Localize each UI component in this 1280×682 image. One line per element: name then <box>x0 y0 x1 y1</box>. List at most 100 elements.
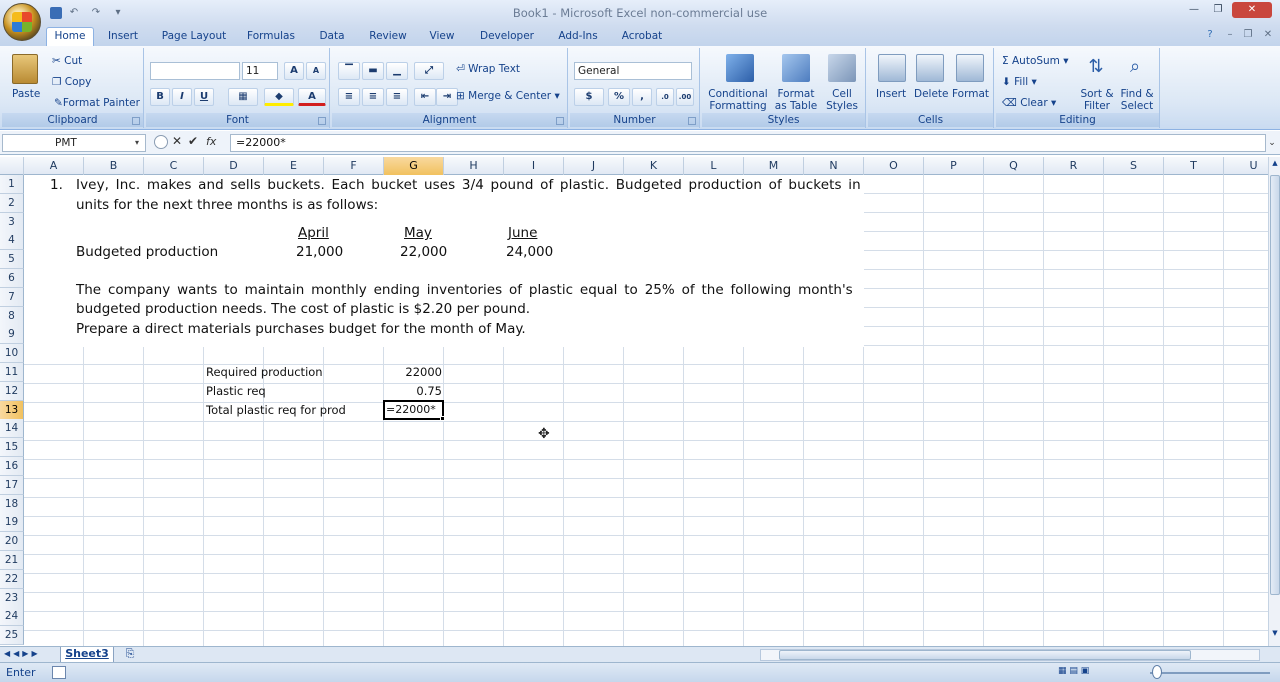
font-color-icon[interactable]: A <box>298 88 326 106</box>
bold-button[interactable]: B <box>150 88 170 106</box>
row-header-22[interactable]: 22 <box>0 569 24 589</box>
fill-button[interactable]: ⬇ Fill ▾ <box>1002 76 1037 88</box>
conditional-formatting-icon[interactable] <box>726 54 754 82</box>
row-header-18[interactable]: 18 <box>0 494 24 514</box>
row-header-17[interactable]: 17 <box>0 475 24 495</box>
row-header-4[interactable]: 4 <box>0 231 24 251</box>
select-all-corner[interactable] <box>0 157 24 175</box>
tab-insert[interactable]: Insert <box>100 29 146 46</box>
align-left-icon[interactable]: ≡ <box>338 88 360 106</box>
view-buttons-icon[interactable]: ▦ ▤ ▣ <box>1058 666 1134 680</box>
copy-button[interactable]: ❐ Copy <box>52 76 91 88</box>
row-header-10[interactable]: 10 <box>0 344 24 364</box>
column-header-o[interactable]: O <box>864 157 924 175</box>
cell-d13[interactable]: Total plastic req for prod <box>206 401 346 420</box>
fill-handle[interactable] <box>440 416 445 421</box>
format-cells-icon[interactable] <box>956 54 984 82</box>
help-icon[interactable]: ? <box>1204 29 1216 41</box>
delete-cells-icon[interactable] <box>916 54 944 82</box>
cell-styles-icon[interactable] <box>828 54 856 82</box>
merge-center-button[interactable]: ⊞ Merge & Center ▾ <box>456 90 560 102</box>
format-as-table-icon[interactable] <box>782 54 810 82</box>
number-format-box[interactable]: General <box>574 62 692 80</box>
conditional-formatting-button[interactable]: Conditional Formatting <box>708 88 768 112</box>
comma-button[interactable]: , <box>632 88 652 106</box>
sort-filter-icon[interactable]: ⇅ <box>1084 56 1108 82</box>
format-painter-button[interactable]: ✎Format Painter <box>54 97 140 109</box>
decrease-indent-icon[interactable]: ⇤ <box>414 88 436 106</box>
macro-record-icon[interactable] <box>52 666 66 679</box>
row-header-21[interactable]: 21 <box>0 551 24 570</box>
column-header-k[interactable]: K <box>624 157 684 175</box>
formula-input[interactable]: =22000* <box>230 134 1266 152</box>
zoom-out-icon[interactable] <box>1152 665 1162 679</box>
font-name-box[interactable] <box>150 62 240 80</box>
row-header-15[interactable]: 15 <box>0 438 24 458</box>
currency-button[interactable]: $ <box>574 88 604 106</box>
column-header-d[interactable]: D <box>204 157 264 175</box>
row-header-6[interactable]: 6 <box>0 269 24 288</box>
enter-check-icon[interactable]: ✔ <box>188 134 198 148</box>
row-header-8[interactable]: 8 <box>0 306 24 326</box>
row-header-19[interactable]: 19 <box>0 513 24 533</box>
shrink-font-button[interactable]: A <box>306 62 326 80</box>
insert-cells-icon[interactable] <box>878 54 906 82</box>
clipboard-dialog-launcher-icon[interactable] <box>132 117 140 125</box>
insert-cells-button[interactable]: Insert <box>876 88 906 100</box>
name-box-dropdown-icon[interactable]: ▾ <box>135 134 145 152</box>
column-header-g[interactable]: G <box>384 157 444 175</box>
minimize-icon[interactable]: — <box>1182 2 1206 18</box>
tab-add-ins[interactable]: Add-Ins <box>550 29 606 46</box>
restore-icon[interactable]: ❐ <box>1206 2 1230 18</box>
increase-decimal-icon[interactable]: .0 <box>656 88 674 106</box>
cancel-icon[interactable]: ✕ <box>172 134 182 148</box>
wrap-text-button[interactable]: ⏎ Wrap Text <box>456 63 520 75</box>
paste-icon[interactable] <box>12 54 38 84</box>
alignment-dialog-launcher-icon[interactable] <box>556 117 564 125</box>
problem-text-box[interactable]: 1. Ivey, Inc. makes and sells buckets. E… <box>24 175 864 347</box>
column-header-n[interactable]: N <box>804 157 864 175</box>
decrease-decimal-icon[interactable]: .00 <box>676 88 694 106</box>
office-button[interactable] <box>3 3 41 41</box>
row-header-13[interactable]: 13 <box>0 400 24 420</box>
column-header-p[interactable]: P <box>924 157 984 175</box>
customize-qat-icon[interactable]: ▾ <box>112 7 124 19</box>
row-header-3[interactable]: 3 <box>0 212 24 232</box>
row-header-16[interactable]: 16 <box>0 457 24 476</box>
grow-font-button[interactable]: A <box>284 62 304 80</box>
ribbon-close-icon[interactable]: ✕ <box>1262 29 1274 41</box>
cell-g12[interactable]: 0.75 <box>384 382 442 401</box>
delete-cells-button[interactable]: Delete <box>914 88 949 100</box>
paste-button[interactable]: Paste <box>12 88 40 100</box>
align-bottom-icon[interactable]: ▁ <box>386 62 408 80</box>
format-as-table-button[interactable]: Format as Table <box>770 88 822 112</box>
tab-data[interactable]: Data <box>312 29 352 46</box>
orientation-icon[interactable]: ⤢ <box>414 62 444 80</box>
tab-acrobat[interactable]: Acrobat <box>616 29 668 46</box>
row-header-9[interactable]: 9 <box>0 325 24 345</box>
column-header-j[interactable]: J <box>564 157 624 175</box>
cell-g11[interactable]: 22000 <box>384 363 442 382</box>
row-header-12[interactable]: 12 <box>0 381 24 401</box>
find-select-button[interactable]: Find & Select <box>1118 88 1156 112</box>
tab-page-layout[interactable]: Page Layout <box>156 29 232 46</box>
row-header-11[interactable]: 11 <box>0 363 24 382</box>
column-header-i[interactable]: I <box>504 157 564 175</box>
autosum-button[interactable]: Σ AutoSum ▾ <box>1002 55 1069 67</box>
column-header-q[interactable]: Q <box>984 157 1044 175</box>
align-center-icon[interactable]: ≡ <box>362 88 384 106</box>
column-header-r[interactable]: R <box>1044 157 1104 175</box>
sheet-tab-sheet3[interactable]: Sheet3 <box>60 647 114 663</box>
tab-home[interactable]: Home <box>46 27 94 46</box>
sheet-nav-icon[interactable]: ◀◀▶▶ <box>4 647 56 663</box>
align-top-icon[interactable]: ▔ <box>338 62 360 80</box>
name-box[interactable]: PMT <box>2 134 146 152</box>
row-header-14[interactable]: 14 <box>0 419 24 439</box>
tab-view[interactable]: View <box>422 29 462 46</box>
column-header-t[interactable]: T <box>1164 157 1224 175</box>
row-header-1[interactable]: 1 <box>0 175 24 194</box>
horizontal-scrollbar[interactable] <box>760 649 1260 661</box>
borders-icon[interactable]: ▦ <box>228 88 258 106</box>
underline-button[interactable]: U <box>194 88 214 106</box>
column-header-h[interactable]: H <box>444 157 504 175</box>
